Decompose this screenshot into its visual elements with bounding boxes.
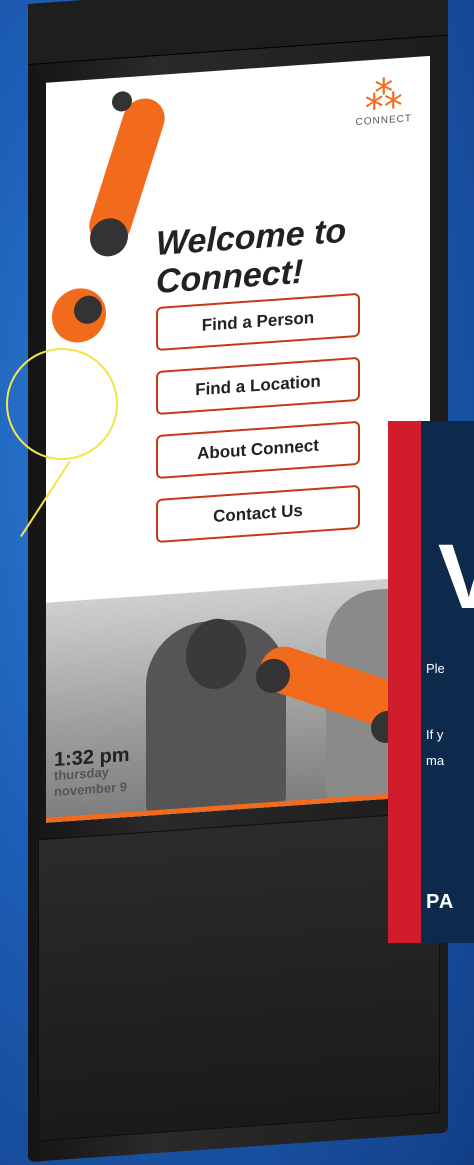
about-connect-button[interactable]: About Connect <box>156 420 360 480</box>
connect-grid-icon: ⁂ <box>364 73 403 119</box>
welcome-title: Welcome to Connect! <box>156 211 347 302</box>
person-figure-left <box>146 615 286 816</box>
find-person-button[interactable]: Find a Person <box>156 292 360 352</box>
find-location-button[interactable]: Find a Location <box>156 356 360 416</box>
clock-widget: 1:32 pm thursday november 9 <box>54 744 130 800</box>
overlay-stripe <box>388 421 421 943</box>
callout-circle <box>6 348 118 460</box>
kiosk-device: ⁂ CONNECT Welcome to Connect! Find a Per… <box>28 0 448 1163</box>
overlay-panel: V Ple If y ma PA <box>388 421 474 943</box>
contact-us-button[interactable]: Contact Us <box>156 484 360 544</box>
overlay-text-1: Ple <box>426 661 445 676</box>
connect-logo: ⁂ CONNECT <box>356 73 412 128</box>
overlay-text-3: ma <box>426 753 445 768</box>
overlay-brand: PA <box>426 891 455 913</box>
overlay-big-letter: V <box>438 526 474 628</box>
kiosk-header <box>28 0 448 66</box>
overlay-text-2: If y <box>426 727 444 742</box>
kiosk-base <box>38 811 440 1142</box>
dark-dot-mid <box>90 217 128 258</box>
person-head <box>186 616 246 691</box>
